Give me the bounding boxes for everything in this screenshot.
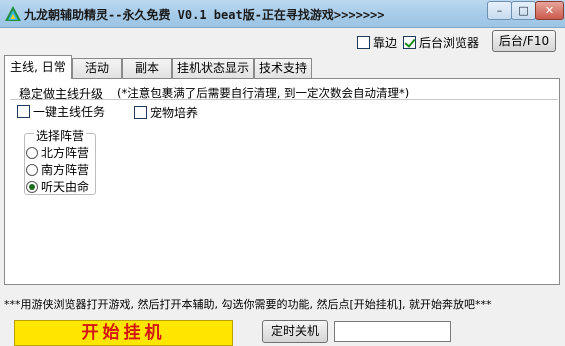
bg-browser-checkbox-box[interactable] [403, 36, 416, 49]
tab-mainline-daily[interactable]: 主线, 日常 [4, 55, 72, 79]
faction-north-radio[interactable]: 北方阵营 [26, 144, 89, 161]
minimize-icon: – [496, 4, 503, 17]
faction-south-radio-dot[interactable] [26, 163, 38, 176]
close-button[interactable]: ✕ [535, 1, 564, 20]
usage-instructions: ***用游侠浏览器打开游戏, 然后打开本辅助, 勾选你需要的功能, 然后点[开始… [4, 298, 492, 311]
mainline-task-checkbox-label: 一键主线任务 [33, 105, 106, 119]
faction-random-label: 听天由命 [41, 180, 90, 194]
faction-south-radio[interactable]: 南方阵营 [26, 161, 89, 178]
faction-south-label: 南方阵营 [41, 163, 90, 177]
faction-random-radio-dot[interactable] [26, 180, 38, 193]
title-bar[interactable]: 九龙朝辅助精灵--永久免费 V0.1 beat版-正在寻找游戏>>>>>>> –… [0, 0, 565, 28]
mainline-task-checkbox-box[interactable] [17, 105, 30, 118]
mainline-task-checkbox[interactable]: 一键主线任务 [17, 103, 105, 120]
pet-training-checkbox-box[interactable] [134, 106, 147, 119]
faction-north-radio-dot[interactable] [26, 146, 38, 159]
tab-idle-status[interactable]: 挂机状态显示 [172, 58, 254, 78]
faction-group-title: 选择阵营 [34, 127, 87, 144]
close-icon: ✕ [544, 4, 555, 17]
background-f10-button[interactable]: 后台/F10 [492, 30, 556, 52]
dock-checkbox[interactable]: 靠边 [357, 34, 397, 51]
tab-dungeon[interactable]: 副本 [122, 58, 172, 78]
timed-shutdown-button[interactable]: 定时关机 [262, 320, 328, 343]
faction-north-label: 北方阵营 [41, 146, 90, 160]
tab-activity[interactable]: 活动 [72, 58, 122, 78]
window-title: 九龙朝辅助精灵--永久免费 V0.1 beat版-正在寻找游戏>>>>>>> [24, 8, 385, 22]
app-logo-icon [5, 6, 21, 21]
dock-checkbox-box[interactable] [357, 36, 370, 49]
pet-training-checkbox[interactable]: 宠物培养 [134, 104, 198, 121]
maximize-icon: □ [518, 4, 529, 17]
bg-browser-checkbox-label: 后台浏览器 [419, 36, 480, 50]
section-divider [10, 99, 558, 100]
dock-checkbox-label: 靠边 [373, 36, 398, 50]
minimize-button[interactable]: – [487, 1, 512, 20]
start-idle-button[interactable]: 开始挂机 [14, 320, 233, 346]
tab-tech-support[interactable]: 技术支持 [254, 58, 312, 78]
shutdown-time-input[interactable] [334, 321, 451, 342]
maximize-button[interactable]: □ [511, 1, 536, 20]
bg-browser-checkbox[interactable]: 后台浏览器 [403, 34, 479, 51]
faction-random-radio[interactable]: 听天由命 [26, 178, 89, 195]
pet-training-checkbox-label: 宠物培养 [150, 106, 199, 120]
